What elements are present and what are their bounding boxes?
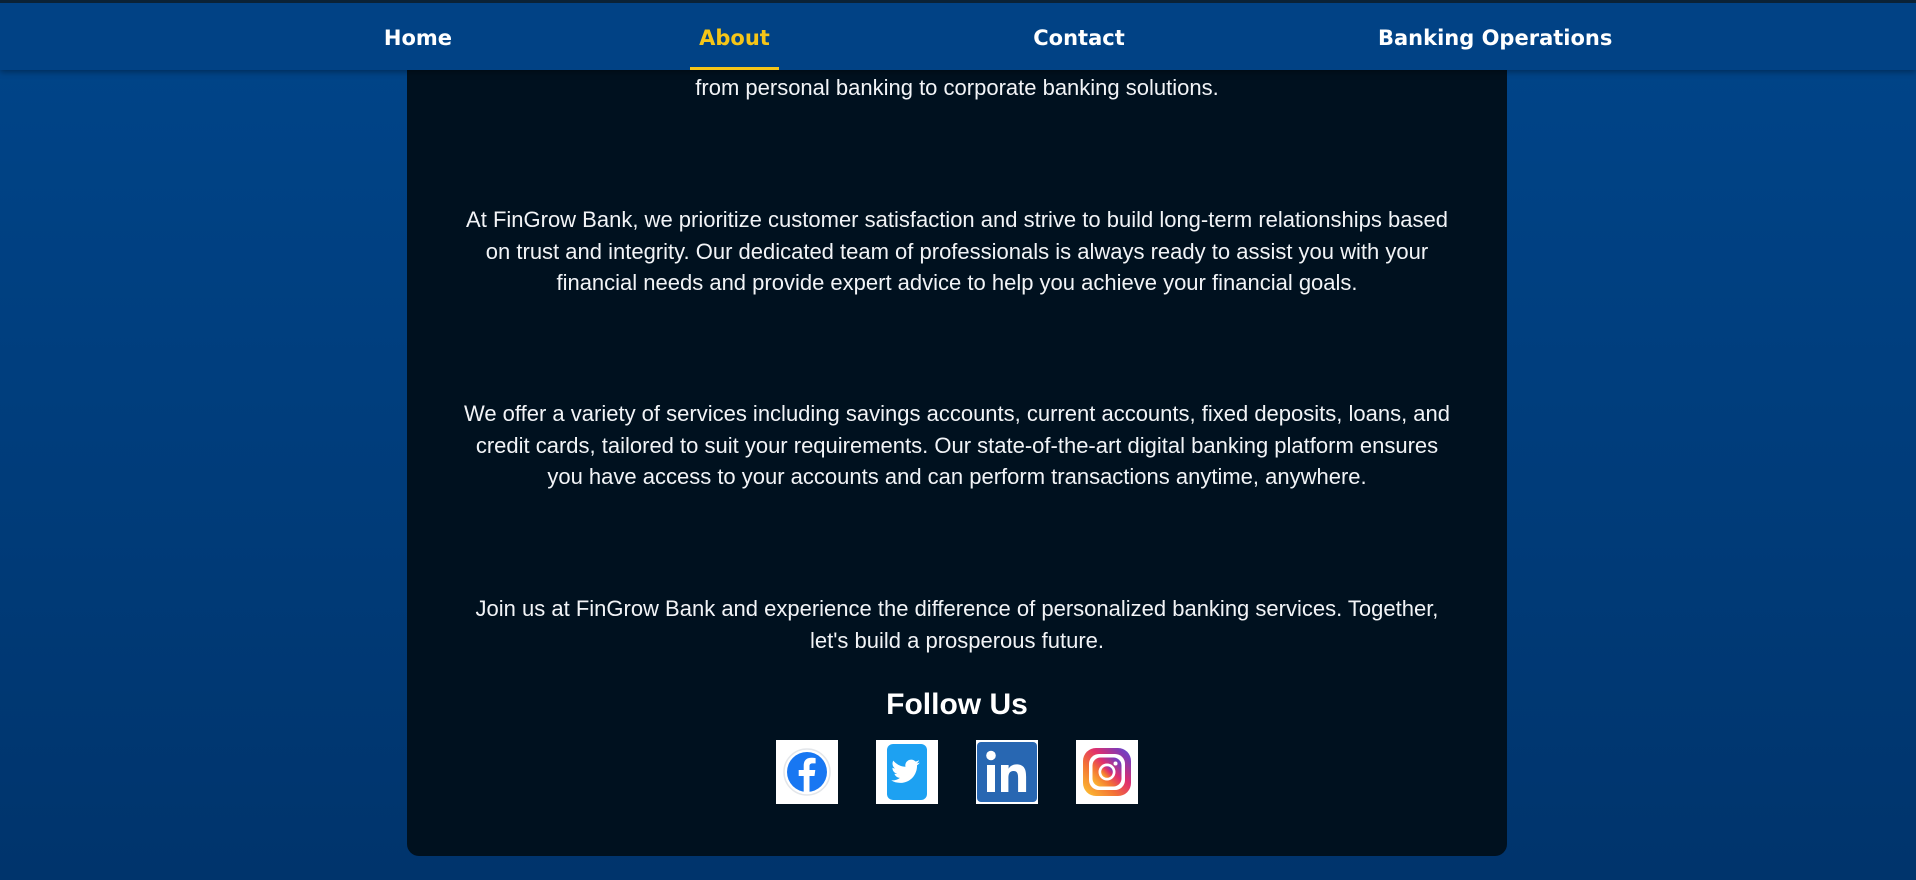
about-paragraph: from personal banking to corporate banki…: [695, 75, 1219, 100]
about-content-panel: from personal banking to corporate banki…: [407, 40, 1507, 856]
instagram-link[interactable]: [1076, 740, 1138, 804]
instagram-icon: [1083, 748, 1131, 796]
twitter-link[interactable]: [876, 740, 938, 804]
top-navigation-bar: Home About Contact Banking Operations: [0, 0, 1916, 70]
about-paragraph: Join us at FinGrow Bank and experience t…: [475, 596, 1439, 653]
facebook-icon: [783, 748, 831, 796]
follow-us-heading: Follow Us: [886, 688, 1028, 721]
about-paragraph: At FinGrow Bank, we prioritize customer …: [466, 207, 1448, 295]
about-paragraph: We offer a variety of services including…: [463, 401, 1451, 489]
nav-about[interactable]: About: [690, 3, 779, 70]
twitter-icon: [887, 744, 927, 800]
nav-home[interactable]: Home: [368, 3, 468, 70]
linkedin-link[interactable]: [976, 740, 1038, 804]
nav-contact[interactable]: Contact: [1027, 3, 1131, 70]
linkedin-icon: [977, 742, 1037, 802]
nav-banking-operations[interactable]: Banking Operations: [1378, 3, 1612, 70]
facebook-link[interactable]: [776, 740, 838, 804]
